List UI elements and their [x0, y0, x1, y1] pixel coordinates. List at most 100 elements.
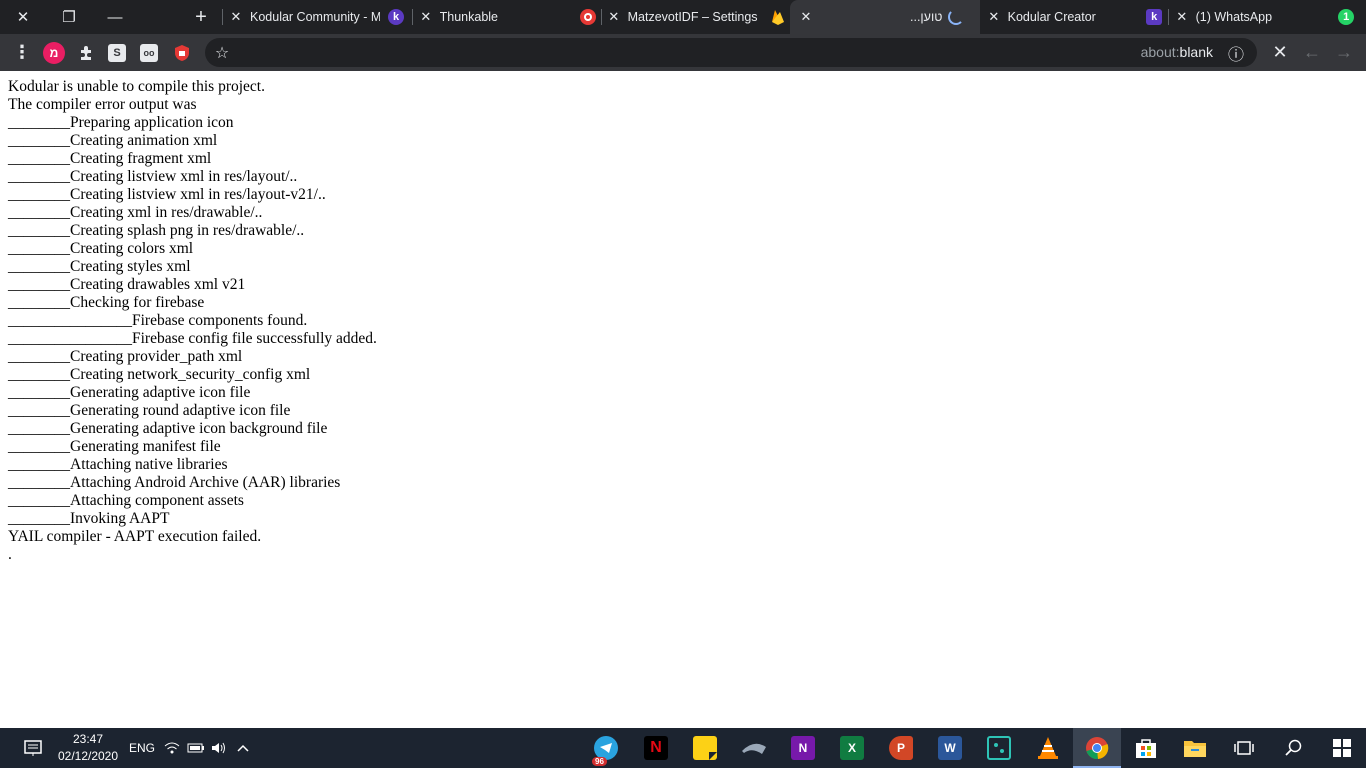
info-icon[interactable]: ⓘ	[1225, 34, 1247, 71]
forward-button[interactable]: →	[1332, 34, 1356, 71]
netflix-app[interactable]: N	[632, 728, 680, 768]
output-line: The compiler error output was	[8, 96, 197, 113]
tab-thunkable[interactable]: ✕ Thunkable	[418, 0, 596, 34]
clock-time: 23:47	[72, 732, 104, 746]
windows-start-icon	[1333, 739, 1351, 757]
tab-kodular-community[interactable]: ✕ Kodular Community - M k	[228, 0, 406, 34]
extension-oo-icon[interactable]: oo	[138, 34, 160, 71]
firebase-favicon-icon	[770, 9, 786, 25]
shield-extension-icon[interactable]	[171, 34, 193, 71]
tab-close-icon[interactable]: ✕	[798, 9, 814, 25]
task-view-button[interactable]	[1220, 728, 1268, 768]
tab-title: MatzevotIDF – Settings	[627, 10, 758, 24]
word-app[interactable]: W	[926, 728, 974, 768]
output-line: ________Creating network_security_config…	[8, 366, 311, 383]
minimize-icon: —	[107, 8, 123, 26]
tab-whatsapp[interactable]: ✕ (1) WhatsApp 1	[1174, 0, 1354, 34]
microsoft-store-app[interactable]	[1122, 728, 1170, 768]
vlc-app[interactable]	[1024, 728, 1072, 768]
powerpoint-icon: P	[889, 736, 913, 760]
tab-matzevotidf-settings[interactable]: ✕ MatzevotIDF – Settings	[606, 0, 786, 34]
tab-loading-title[interactable]: ...טוען	[910, 0, 980, 34]
kodular-favicon-icon: k	[1146, 9, 1162, 25]
task-view-icon	[1234, 741, 1254, 755]
tab-title: Kodular Community - M	[250, 10, 380, 24]
tab-separator	[222, 9, 223, 25]
output-line: ________Preparing application icon	[8, 114, 234, 131]
tab-title: Kodular Creator	[1007, 10, 1096, 24]
output-line: ________Generating adaptive icon file	[8, 384, 251, 401]
app-icon	[742, 736, 766, 760]
address-bar[interactable]: ☆ about:blank ⓘ	[205, 38, 1257, 67]
url-text: about:blank	[1140, 44, 1213, 60]
word-icon: W	[938, 736, 962, 760]
loading-spinner-icon	[948, 9, 965, 25]
system-clock[interactable]: 23:47 02/12/2020	[52, 731, 124, 765]
clock-date: 02/12/2020	[57, 749, 119, 763]
bookmark-star-icon[interactable]: ☆	[211, 34, 233, 71]
output-line: ________Invoking AAPT	[8, 510, 170, 527]
start-button[interactable]	[1318, 728, 1366, 768]
search-icon	[1285, 739, 1302, 756]
output-line: ________Creating splash png in res/drawa…	[8, 222, 305, 239]
generic-app[interactable]	[730, 728, 778, 768]
tab-strip: ✕ ❐ — + ✕ Kodular Community - M k ✕ Thun…	[0, 0, 1366, 34]
output-line: ________Creating colors xml	[8, 240, 194, 257]
vlc-icon	[1036, 736, 1060, 760]
plus-icon: +	[195, 5, 207, 28]
chrome-app[interactable]	[1073, 728, 1121, 768]
restore-icon: ❐	[62, 9, 76, 26]
kodular-favicon-icon: k	[388, 9, 404, 25]
minimize-window-button[interactable]: —	[92, 0, 138, 34]
onenote-icon: N	[791, 736, 815, 760]
tab-close-icon[interactable]: ✕	[606, 9, 622, 25]
tab-close-icon[interactable]: ✕	[1174, 9, 1190, 25]
back-button[interactable]: ←	[1300, 34, 1324, 71]
output-line: ________Creating listview xml in res/lay…	[8, 168, 298, 185]
output-line: ________Creating styles xml	[8, 258, 191, 275]
output-line: ________Attaching native libraries	[8, 456, 228, 473]
output-line: ________Creating provider_path xml	[8, 348, 243, 365]
tab-separator	[412, 9, 413, 25]
stop-loading-button[interactable]: ✕	[1268, 34, 1292, 71]
tab-close-icon[interactable]: ✕	[986, 9, 1002, 25]
thunkable-favicon-icon	[580, 9, 596, 25]
file-explorer-app[interactable]	[1171, 728, 1219, 768]
battery-icon[interactable]	[186, 728, 206, 768]
output-line: ________________Firebase components foun…	[8, 312, 308, 329]
output-line: ________Attaching component assets	[8, 492, 244, 509]
tab-title: ...טוען	[910, 10, 943, 24]
show-hidden-icons-chevron-up-icon[interactable]	[233, 728, 253, 768]
tab-close-icon[interactable]: ✕	[418, 9, 434, 25]
excel-app[interactable]: X	[828, 728, 876, 768]
netflix-icon: N	[644, 736, 668, 760]
tab-title: (1) WhatsApp	[1195, 10, 1273, 24]
restore-window-button[interactable]: ❐	[46, 0, 92, 34]
output-line: ________Creating animation xml	[8, 132, 218, 149]
menu-kebab-icon[interactable]: ⋮	[10, 34, 34, 71]
onenote-app[interactable]: N	[779, 728, 827, 768]
output-line: ________Checking for firebase	[8, 294, 205, 311]
photos-icon	[987, 736, 1011, 760]
output-line: ________Creating xml in res/drawable/..	[8, 204, 263, 221]
powerpoint-app[interactable]: P	[877, 728, 925, 768]
compiler-error-output: Kodular is unable to compile this projec…	[8, 78, 377, 564]
sticky-notes-app[interactable]	[681, 728, 729, 768]
photos-app[interactable]	[975, 728, 1023, 768]
new-tab-button[interactable]: +	[178, 0, 224, 34]
telegram-app[interactable]: 96	[582, 728, 630, 768]
wifi-icon[interactable]	[162, 728, 182, 768]
action-center-icon[interactable]	[16, 728, 50, 768]
tab-close-icon[interactable]: ✕	[228, 9, 244, 25]
profile-avatar[interactable]: מ	[41, 34, 67, 71]
tab-kodular-creator[interactable]: ✕ Kodular Creator k	[986, 0, 1162, 34]
language-indicator[interactable]: ENG	[126, 728, 158, 768]
output-line: Kodular is unable to compile this projec…	[8, 78, 265, 95]
close-window-button[interactable]: ✕	[0, 0, 46, 34]
extensions-puzzle-icon[interactable]	[75, 34, 97, 71]
store-icon	[1134, 736, 1158, 760]
extension-s-icon[interactable]: S	[106, 34, 128, 71]
telegram-icon: 96	[592, 736, 618, 766]
volume-icon[interactable]	[209, 728, 229, 768]
search-button[interactable]	[1270, 728, 1318, 768]
